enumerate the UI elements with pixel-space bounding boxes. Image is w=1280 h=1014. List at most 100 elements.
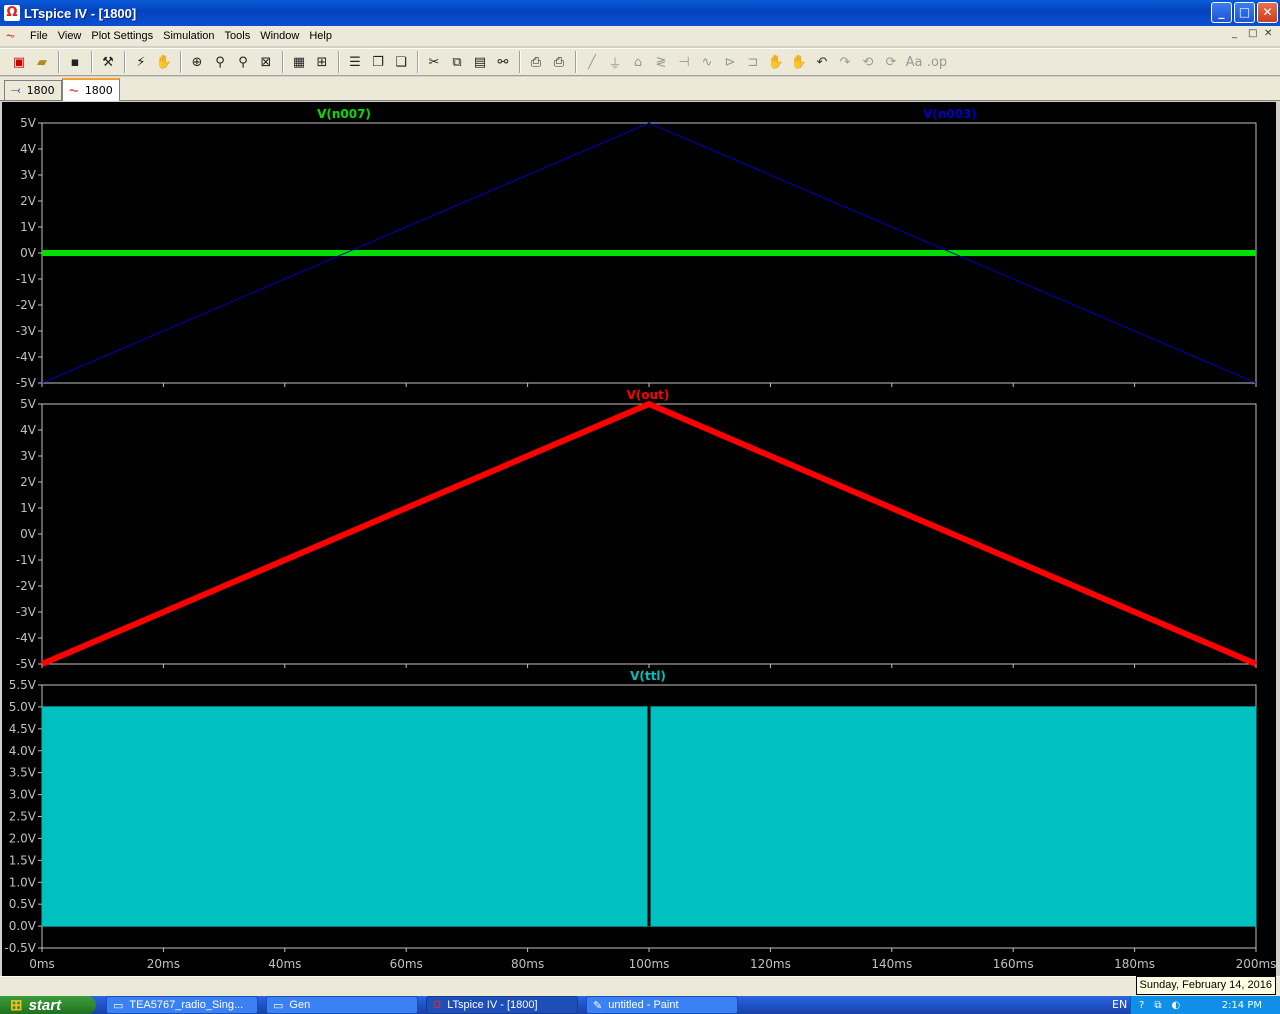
resistor-icon[interactable]: ≷	[650, 51, 672, 73]
print-preview-icon[interactable]: ⎙	[525, 51, 547, 73]
tile-horizontal-icon[interactable]: ☰	[344, 51, 366, 73]
zoom-in-icon[interactable]: ⚲	[209, 51, 231, 73]
start-button[interactable]: ⊞ start	[0, 996, 96, 1014]
move-icon[interactable]: ✋	[765, 51, 787, 73]
y-tick-label: 3.0V	[9, 788, 37, 802]
menu-help[interactable]: Help	[305, 26, 338, 46]
taskbar-item-ltspice[interactable]: Ω LTspice IV - [1800]	[426, 996, 578, 1014]
run-icon[interactable]: ⚡	[130, 51, 152, 73]
mdi-minimize-button[interactable]: _	[1232, 28, 1237, 39]
x-tick-label: 20ms	[147, 957, 180, 971]
label-net-icon[interactable]: ⌂	[627, 51, 649, 73]
menu-file[interactable]: File	[26, 26, 54, 46]
toolbar-separator	[124, 51, 126, 73]
copy-icon[interactable]: ⧉	[446, 51, 468, 73]
toolbar-separator	[519, 51, 521, 73]
menu-simulation[interactable]: Simulation	[159, 26, 220, 46]
find-icon[interactable]: ⚯	[492, 51, 514, 73]
waveform-viewer[interactable]: 5V 4V 3V 2V 1V 0V -1V -2V -3V -4V -5V V(n007) V(n003…	[2, 102, 1276, 976]
ground-icon[interactable]: ⏚	[604, 51, 626, 73]
control-panel-icon[interactable]: ⚒	[97, 51, 119, 73]
tab-waveform[interactable]: ⏦ 1800	[62, 78, 120, 101]
date-tooltip: Sunday, February 14, 2016	[1135, 976, 1276, 995]
menu-tools[interactable]: Tools	[221, 26, 257, 46]
spice-directive-icon[interactable]: .op	[926, 51, 948, 73]
paste-icon[interactable]: ▤	[469, 51, 491, 73]
print-icon[interactable]: ⎙	[548, 51, 570, 73]
menu-bar: ⏦ File View Plot Settings Simulation Too…	[0, 26, 1280, 46]
y-tick-label: -2V	[16, 579, 37, 593]
text-icon[interactable]: Aa	[903, 51, 925, 73]
trace-label: V(n007)	[317, 107, 371, 121]
save-icon[interactable]: ▪	[64, 51, 86, 73]
y-tick-label: 0V	[20, 527, 37, 541]
schematic-icon: ⤙	[11, 83, 21, 97]
toolbar-separator	[575, 51, 577, 73]
toolbar-separator	[58, 51, 60, 73]
y-tick-label: 3V	[20, 449, 37, 463]
status-bar	[0, 976, 1280, 996]
open-folder-icon[interactable]: ▰	[31, 51, 53, 73]
autorange-icon[interactable]: ▦	[288, 51, 310, 73]
wire-icon[interactable]: ╱	[581, 51, 603, 73]
y-tick-label: -3V	[16, 605, 37, 619]
redo-icon[interactable]: ↷	[834, 51, 856, 73]
drag-icon[interactable]: ✋	[788, 51, 810, 73]
component-icon[interactable]: ⊐	[742, 51, 764, 73]
x-tick-label: 40ms	[268, 957, 301, 971]
clock[interactable]: 2:14 PM	[1222, 1000, 1262, 1011]
trace-v-out	[40, 400, 1258, 667]
grid-icon[interactable]: ⊞	[311, 51, 333, 73]
plot-frame	[41, 403, 1257, 665]
taskbar-item-paint[interactable]: ✎ untitled - Paint	[586, 996, 738, 1014]
toolbar-separator	[338, 51, 340, 73]
tile-vertical-icon[interactable]: ❏	[390, 51, 412, 73]
zoom-area-icon[interactable]: ⊕	[186, 51, 208, 73]
waveform-icon: ⏦	[69, 83, 79, 97]
tab-label: 1800	[84, 84, 113, 97]
cascade-icon[interactable]: ❐	[367, 51, 389, 73]
inductor-icon[interactable]: ∿	[696, 51, 718, 73]
mirror-icon[interactable]: ⟳	[880, 51, 902, 73]
x-tick-label: 140ms	[871, 957, 912, 971]
menu-window[interactable]: Window	[256, 26, 305, 46]
menu-view[interactable]: View	[54, 26, 88, 46]
capacitor-icon[interactable]: ⊣	[673, 51, 695, 73]
rotate-icon[interactable]: ⟲	[857, 51, 879, 73]
x-tick-label: 120ms	[750, 957, 791, 971]
new-schematic-icon[interactable]: ▣	[8, 51, 30, 73]
diode-icon[interactable]: ⊳	[719, 51, 741, 73]
close-button[interactable]: ✕	[1257, 2, 1278, 23]
taskbar-item-tea5767[interactable]: ▭ TEA5767_radio_Sing...	[106, 996, 258, 1014]
help-icon[interactable]: ?	[1139, 1000, 1144, 1011]
mdi-close-button[interactable]: ✕	[1264, 28, 1272, 39]
zoom-out-icon[interactable]: ⚲	[232, 51, 254, 73]
cut-icon[interactable]: ✂	[423, 51, 445, 73]
zoom-fit-icon[interactable]: ⊠	[255, 51, 277, 73]
undo-icon[interactable]: ↶	[811, 51, 833, 73]
y-tick-label: -5V	[16, 657, 37, 671]
mdi-restore-button[interactable]: □	[1248, 28, 1257, 39]
maximize-button[interactable]: □	[1234, 2, 1255, 23]
y-tick-label: 4V	[20, 142, 37, 156]
y-tick-label: 1.5V	[9, 853, 37, 867]
y-tick-label: 5.5V	[9, 678, 37, 692]
tab-schematic[interactable]: ⤙ 1800	[4, 80, 62, 100]
waveform-window-icon[interactable]: ⏦	[6, 29, 22, 43]
ltspice-icon: Ω	[433, 999, 442, 1011]
windows-flag-icon: ⊞	[10, 997, 23, 1014]
taskbar-item-gen[interactable]: ▭ Gen	[266, 996, 418, 1014]
menu-plot-settings[interactable]: Plot Settings	[87, 26, 159, 46]
network-icon[interactable]: ⧉	[1154, 1000, 1161, 1011]
window-title: LTspice IV - [1800]	[24, 5, 137, 21]
y-tick-label: -5V	[16, 376, 37, 390]
pan-hand-icon[interactable]: ✋	[153, 51, 175, 73]
y-tick-label: -2V	[16, 298, 37, 312]
y-tick-label: 0V	[20, 246, 37, 260]
minimize-button[interactable]: _	[1211, 2, 1232, 23]
language-indicator[interactable]: EN	[1112, 998, 1127, 1011]
x-tick-label: 160ms	[993, 957, 1034, 971]
ltspice-app-icon[interactable]: Ω	[4, 5, 20, 21]
y-tick-label: 4V	[20, 423, 37, 437]
volume-icon[interactable]: ◐	[1171, 1000, 1180, 1011]
